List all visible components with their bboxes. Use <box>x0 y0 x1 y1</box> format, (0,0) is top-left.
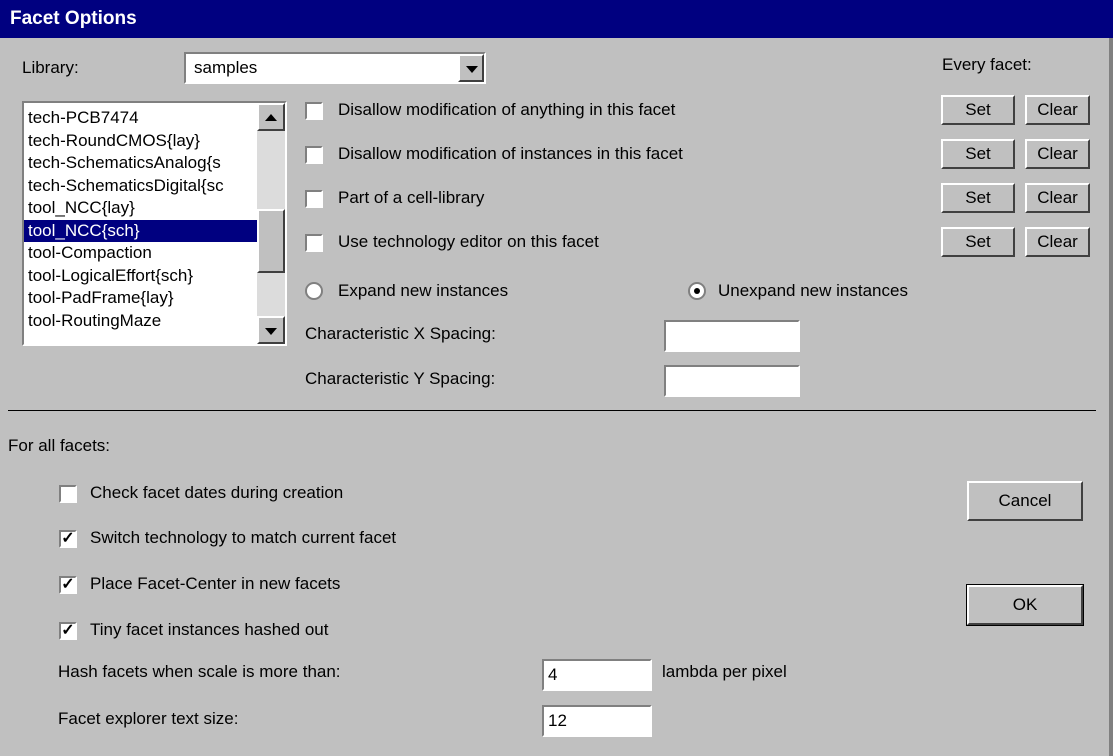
library-value: samples <box>194 58 258 77</box>
facet-list-items: tech-PCB7474 tech-RoundCMOS{lay} tech-Sche… <box>24 107 257 332</box>
expand-label: Expand new instances <box>338 281 509 300</box>
clear-button[interactable]: Clear <box>1025 227 1090 257</box>
checkmark-icon: ✓ <box>61 530 75 547</box>
checkmark-icon: ✓ <box>61 576 75 593</box>
all-facets-option-label: Tiny facet instances hashed out <box>90 620 329 639</box>
facet-option-checkbox[interactable] <box>305 234 323 252</box>
set-button[interactable]: Set <box>941 95 1015 125</box>
chevron-down-icon <box>466 66 478 73</box>
all-facets-checkbox[interactable]: ✓ <box>59 530 77 548</box>
facet-list-item[interactable]: tool_NCC{sch} <box>24 219 257 242</box>
facet-list-item[interactable]: tech-SchematicsAnalog{s <box>24 152 257 175</box>
facet-option-label: Part of a cell-library <box>338 188 485 207</box>
ok-button[interactable]: OK <box>966 584 1084 626</box>
y-spacing-input[interactable] <box>664 365 800 397</box>
facet-option-checkbox[interactable] <box>305 146 323 164</box>
library-dropdown-button[interactable] <box>458 54 484 82</box>
all-facets-checkbox[interactable]: ✓ <box>59 576 77 594</box>
facet-option-label: Use technology editor on this facet <box>338 232 599 251</box>
facet-list-item[interactable]: tech-SchematicsDigital{sc <box>24 175 257 198</box>
x-spacing-label: Characteristic X Spacing: <box>305 324 496 343</box>
clear-button[interactable]: Clear <box>1025 183 1090 213</box>
window-title: Facet Options <box>10 8 137 29</box>
set-button[interactable]: Set <box>941 227 1015 257</box>
expand-radio[interactable] <box>305 282 323 300</box>
facet-list-item[interactable]: tech-RoundCMOS{lay} <box>24 130 257 153</box>
set-button[interactable]: Set <box>941 139 1015 169</box>
hash-scale-unit: lambda per pixel <box>662 662 787 681</box>
all-facets-heading: For all facets: <box>8 436 111 455</box>
all-facets-checkbox[interactable] <box>59 485 77 503</box>
library-select[interactable]: samples <box>184 52 486 84</box>
all-facets-option-label: Switch technology to match current facet <box>90 528 397 547</box>
scroll-thumb[interactable] <box>257 209 285 273</box>
checkmark-icon: ✓ <box>61 622 75 639</box>
section-divider <box>8 410 1096 411</box>
unexpand-label: Unexpand new instances <box>718 281 908 300</box>
facet-list-item[interactable]: tool_NCC{lay} <box>24 197 257 220</box>
radio-dot-icon <box>694 288 700 294</box>
facet-option-label: Disallow modification of anything in thi… <box>338 100 676 119</box>
text-size-input[interactable]: 12 <box>542 705 652 737</box>
hash-scale-label: Hash facets when scale is more than: <box>58 662 341 681</box>
scroll-up-button[interactable] <box>257 103 285 131</box>
scroll-down-button[interactable] <box>257 316 285 344</box>
cancel-button[interactable]: Cancel <box>967 481 1083 521</box>
facet-list-item[interactable]: tool-LogicalEffort{sch} <box>24 265 257 288</box>
every-facet-label: Every facet: <box>942 55 1032 74</box>
all-facets-option-label: Place Facet-Center in new facets <box>90 574 341 593</box>
facet-list-item[interactable]: tool-RoutingMaze <box>24 310 257 333</box>
all-facets-option-label: Check facet dates during creation <box>90 483 344 502</box>
x-spacing-input[interactable] <box>664 320 800 352</box>
facet-list-item[interactable]: tech-PCB7474 <box>24 107 257 130</box>
arrow-down-icon <box>265 328 277 335</box>
clear-button[interactable]: Clear <box>1025 95 1090 125</box>
facet-list-item[interactable]: tool-Compaction <box>24 242 257 265</box>
y-spacing-label: Characteristic Y Spacing: <box>305 369 496 388</box>
hash-scale-input[interactable]: 4 <box>542 659 652 691</box>
set-button[interactable]: Set <box>941 183 1015 213</box>
facet-list[interactable]: tech-PCB7474 tech-RoundCMOS{lay} tech-Sche… <box>22 101 287 346</box>
facet-option-checkbox[interactable] <box>305 102 323 120</box>
facet-list-scrollbar[interactable] <box>257 103 285 344</box>
text-size-label: Facet explorer text size: <box>58 709 239 728</box>
title-bar: Facet Options <box>0 0 1113 38</box>
facet-list-item[interactable]: tool-PadFrame{lay} <box>24 287 257 310</box>
facet-option-checkbox[interactable] <box>305 190 323 208</box>
facet-option-label: Disallow modification of instances in th… <box>338 144 683 163</box>
clear-button[interactable]: Clear <box>1025 139 1090 169</box>
arrow-up-icon <box>265 114 277 121</box>
library-label: Library: <box>22 58 79 77</box>
all-facets-checkbox[interactable]: ✓ <box>59 622 77 640</box>
unexpand-radio[interactable] <box>688 282 706 300</box>
